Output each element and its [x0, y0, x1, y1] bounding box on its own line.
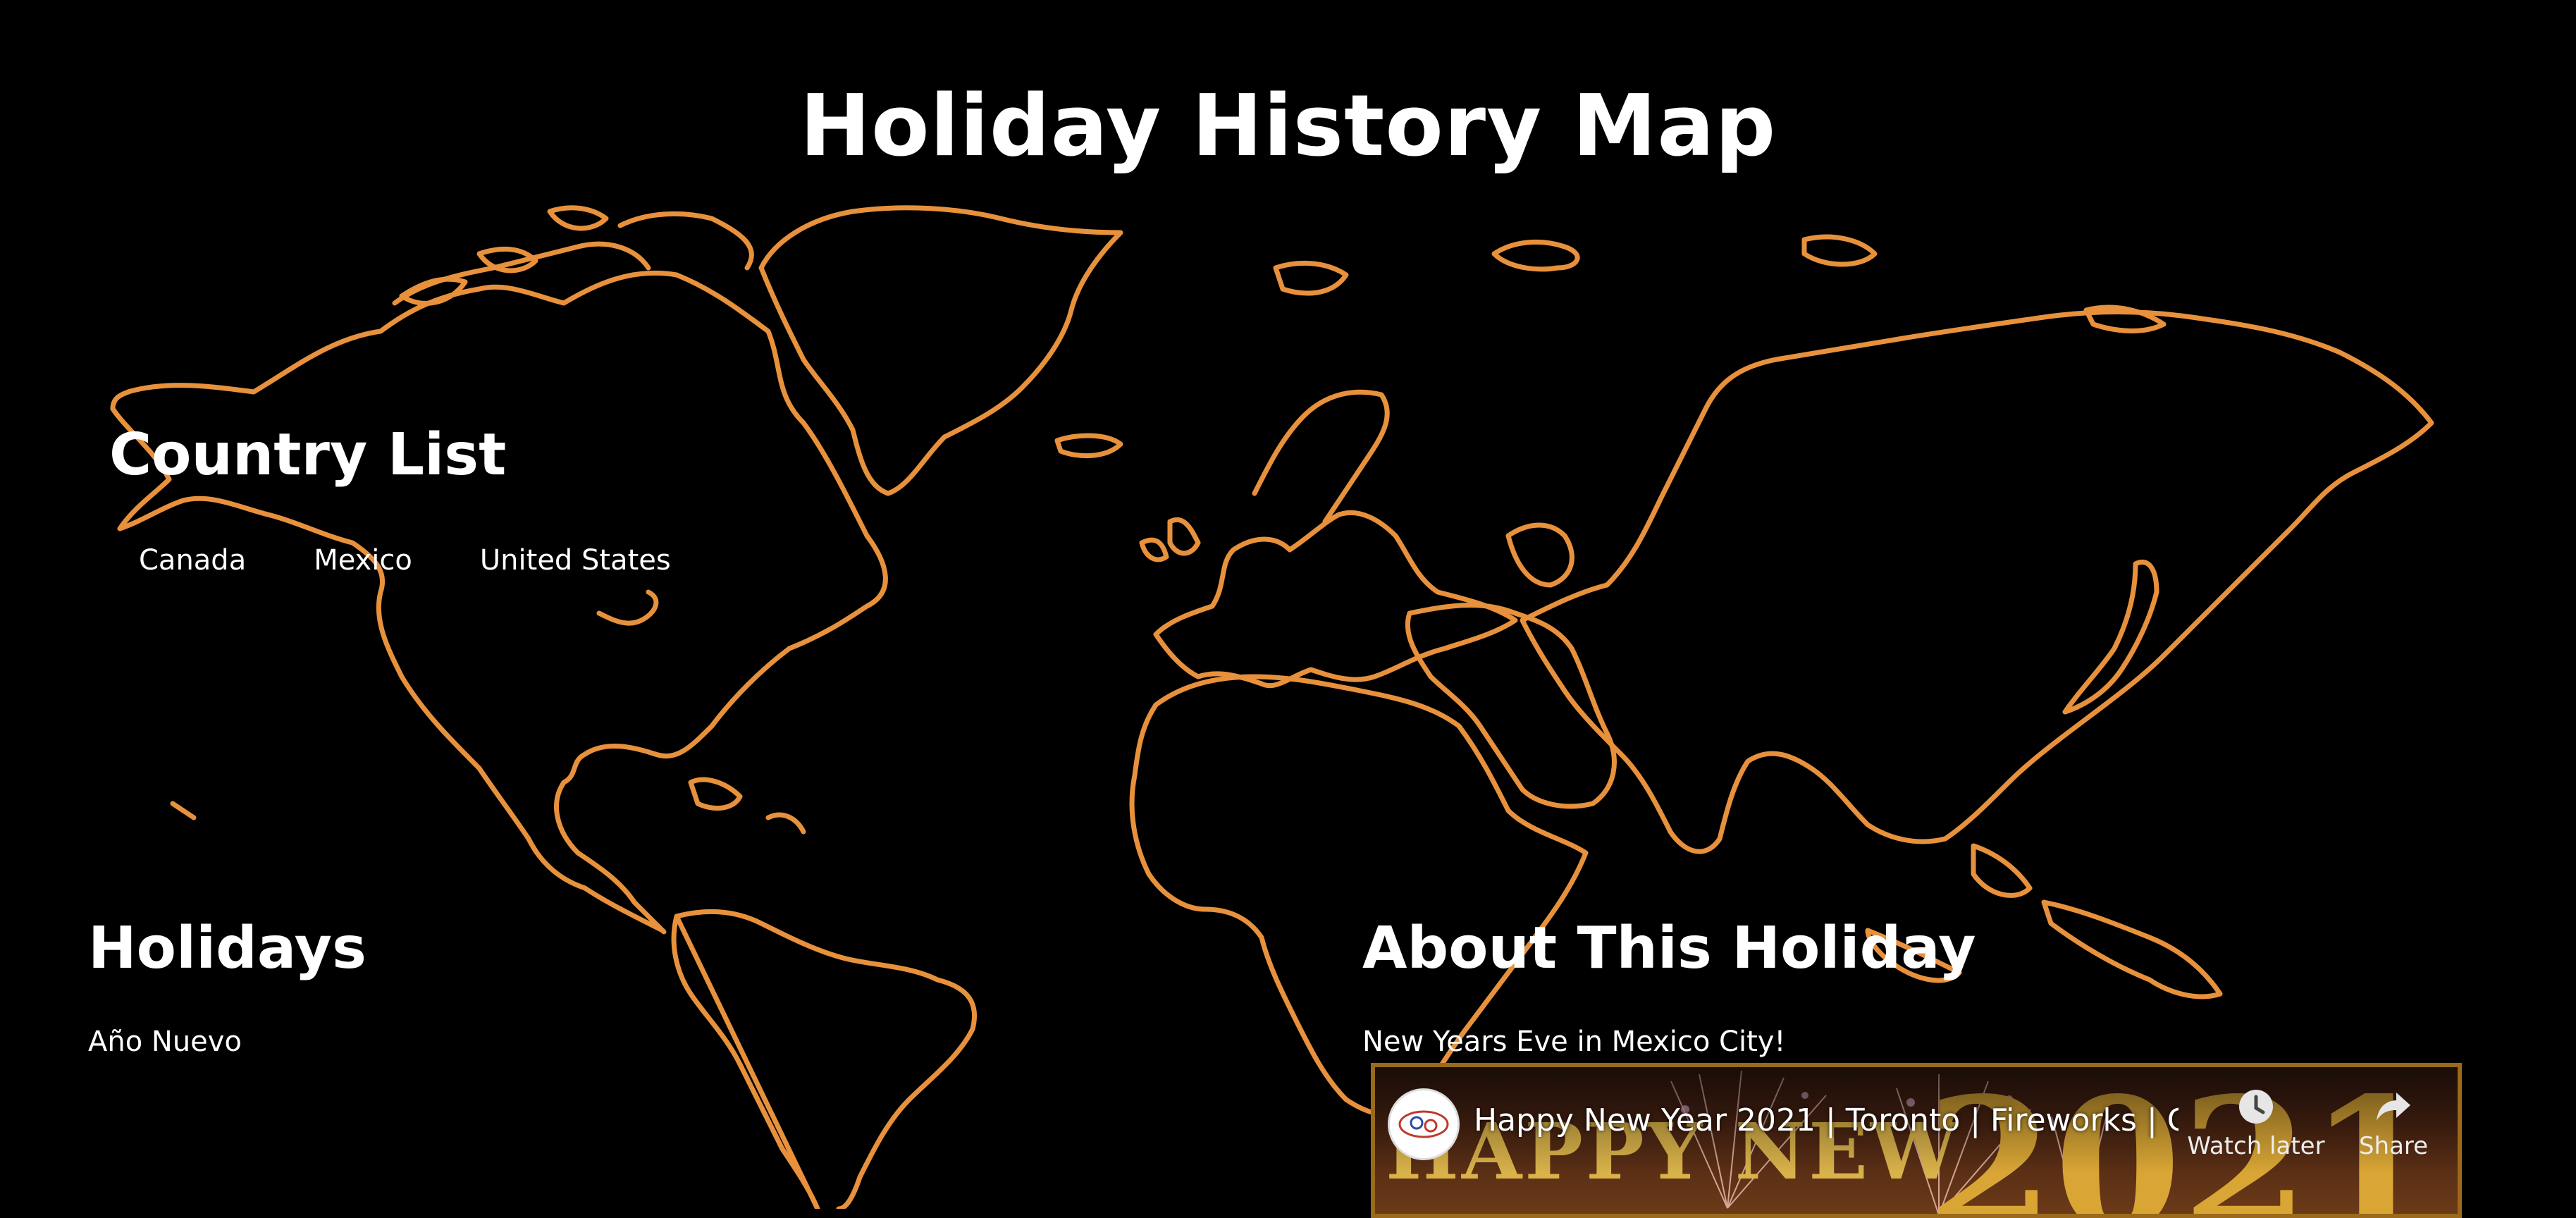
- share-arrow-icon: [2377, 1093, 2410, 1121]
- channel-avatar[interactable]: [1388, 1088, 1460, 1160]
- country-list: Canada Mexico United States: [139, 544, 671, 577]
- clock-icon: [2239, 1090, 2273, 1124]
- world-map-outline: [110, 205, 2434, 1209]
- country-list-heading: Country List: [109, 422, 507, 488]
- video-embed[interactable]: HAPPY NEW 2021 Happy New Year 2021 | Tor…: [1371, 1063, 2462, 1218]
- about-holiday-description: New Years Eve in Mexico City!: [1362, 1026, 1786, 1058]
- holiday-item-ano-nuevo[interactable]: Año Nuevo: [88, 1026, 242, 1058]
- about-holiday-heading: About This Holiday: [1362, 915, 1976, 982]
- share-label: Share: [2358, 1132, 2429, 1160]
- country-item-united-states[interactable]: United States: [480, 544, 671, 577]
- watch-later-label: Watch later: [2187, 1132, 2325, 1160]
- page-title: Holiday History Map: [799, 78, 1777, 176]
- watch-later-button[interactable]: Watch later: [2186, 1087, 2327, 1160]
- country-item-mexico[interactable]: Mexico: [314, 544, 412, 577]
- holidays-heading: Holidays: [88, 915, 366, 982]
- video-title[interactable]: Happy New Year 2021 | Toronto | Firework…: [1474, 1102, 2178, 1138]
- share-button[interactable]: Share: [2341, 1087, 2446, 1160]
- country-item-canada[interactable]: Canada: [139, 544, 246, 577]
